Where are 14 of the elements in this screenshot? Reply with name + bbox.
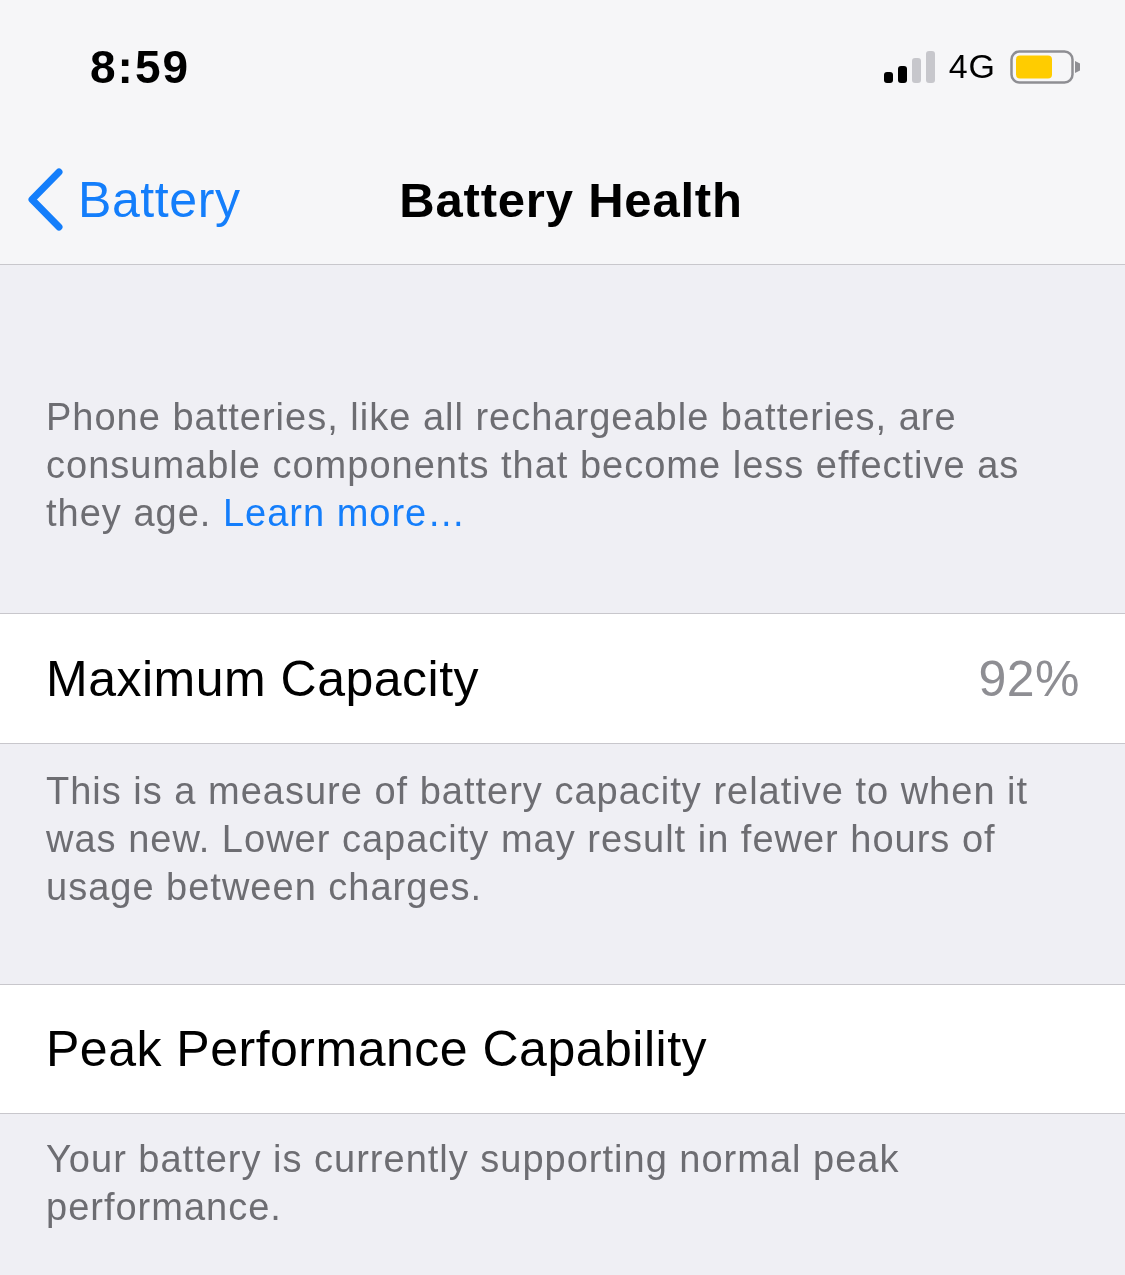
intro-text: Phone batteries, like all rechargeable batteries, are consumable components that become less effective as they age. Learn more… [46, 395, 1021, 536]
learn-more-link[interactable]: Learn more… [222, 492, 467, 534]
row-label: Maximum Capacity [46, 649, 480, 708]
back-button[interactable]: Battery [27, 168, 241, 231]
row-value: 92% [978, 649, 1080, 708]
chevron-left-icon [27, 168, 64, 231]
page-title: Battery Health [399, 171, 743, 228]
row-label: Peak Performance Capability [46, 1020, 708, 1078]
status-time: 8:59 [90, 39, 191, 94]
footer-text: Your battery is currently supporting normal peak performance. [46, 1137, 901, 1230]
battery-icon [1010, 49, 1082, 84]
footer-text: This is a measure of battery capacity relative to when it was new. Lower capacity may result in fewer hours of usage between charges. [46, 769, 1030, 910]
signal-icon [883, 50, 935, 83]
network-type: 4G [948, 47, 996, 86]
